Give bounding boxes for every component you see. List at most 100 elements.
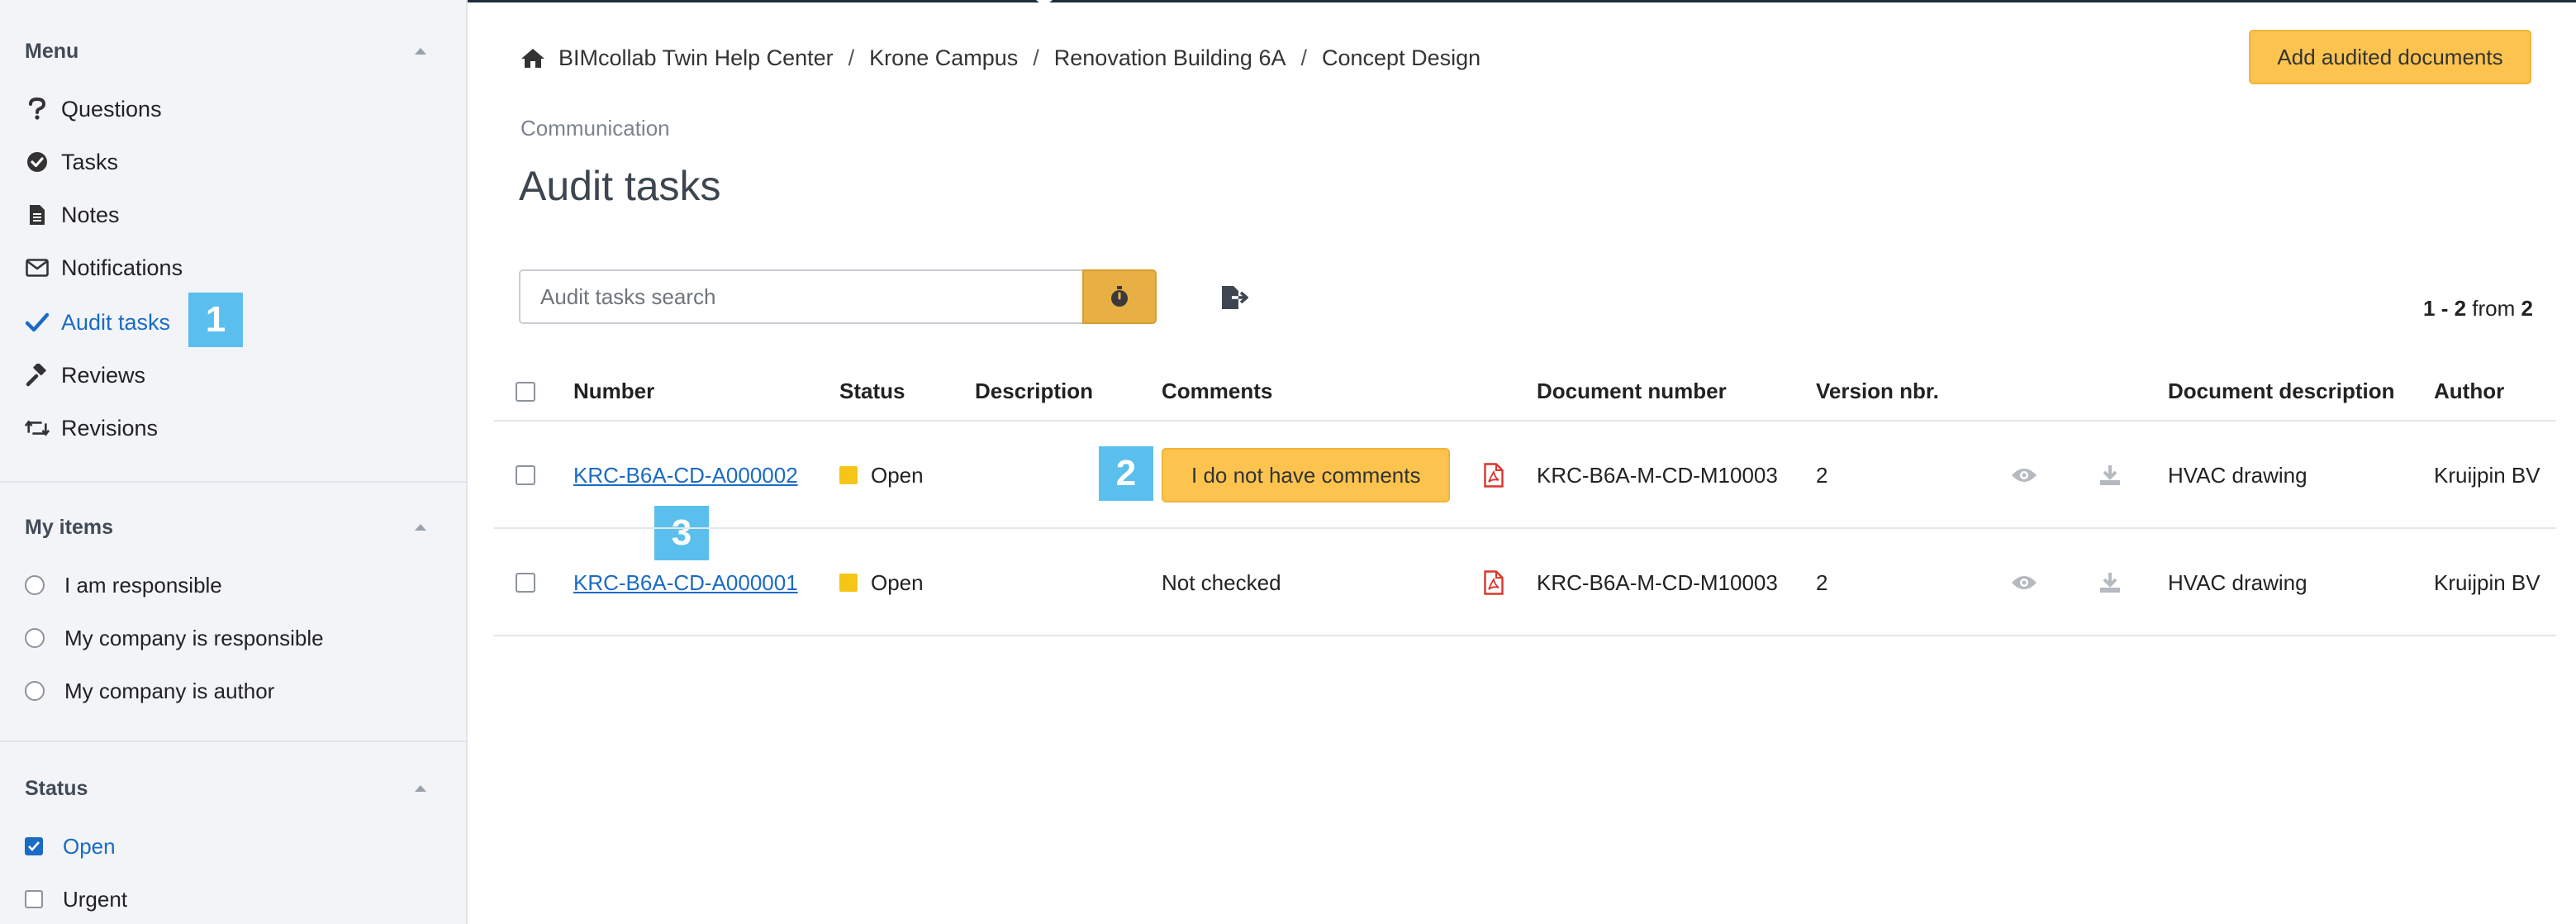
caret-up-icon[interactable]	[415, 48, 426, 55]
sidebar-item-label: Notifications	[61, 255, 183, 280]
column-comments[interactable]: Comments	[1162, 379, 1272, 404]
check-circle-icon	[25, 150, 50, 174]
row-download-cell	[2094, 529, 2127, 636]
filter-i-am-responsible[interactable]: I am responsible	[25, 567, 222, 603]
status-filter-urgent[interactable]: Urgent	[25, 881, 127, 917]
sidebar-item-reviews[interactable]: Reviews	[25, 357, 145, 393]
breadcrumb: BIMcollab Twin Help Center / Krone Campu…	[520, 41, 1480, 74]
caret-up-icon[interactable]	[415, 524, 426, 531]
pager-range: 1 - 2	[2423, 296, 2467, 321]
row-checkbox[interactable]	[516, 529, 535, 636]
breadcrumb-item[interactable]: Krone Campus	[869, 45, 1018, 71]
menu-section-header[interactable]: Menu	[25, 35, 426, 68]
column-document-description[interactable]: Document description	[2168, 379, 2394, 404]
column-author[interactable]: Author	[2434, 379, 2504, 404]
column-document-number[interactable]: Document number	[1537, 379, 1727, 404]
breadcrumb-item[interactable]: Renovation Building 6A	[1054, 45, 1286, 71]
comments-button[interactable]: I do not have comments	[1162, 448, 1451, 502]
caret-up-icon[interactable]	[415, 785, 426, 792]
my-items-section-header[interactable]: My items	[25, 511, 426, 544]
sidebar-item-audit-tasks[interactable]: Audit tasks	[25, 304, 170, 341]
status-section-header[interactable]: Status	[25, 772, 426, 805]
column-number[interactable]: Number	[573, 379, 654, 404]
sidebar-item-notes[interactable]: Notes	[25, 197, 120, 233]
pdf-icon[interactable]	[1477, 566, 1510, 599]
row-status-cell: Open	[839, 422, 924, 529]
pagination-summary: 1 - 2 from 2	[2423, 296, 2533, 321]
sidebar-item-label: Questions	[61, 96, 162, 121]
sidebar-item-questions[interactable]: Questions	[25, 91, 162, 127]
sidebar: Menu Questions Tasks Notes Notifications…	[0, 0, 468, 924]
download-icon[interactable]	[2094, 566, 2127, 599]
eye-icon[interactable]	[2008, 566, 2041, 599]
callout-badge-1: 1	[188, 293, 243, 347]
sidebar-item-notifications[interactable]: Notifications	[25, 250, 183, 286]
search-button[interactable]	[1082, 269, 1157, 324]
status-filter-open[interactable]: Open	[25, 828, 116, 864]
sidebar-item-label: Tasks	[61, 149, 119, 174]
radio-button[interactable]	[25, 681, 45, 701]
sidebar-item-tasks[interactable]: Tasks	[25, 144, 118, 180]
breadcrumb-item[interactable]: Concept Design	[1322, 45, 1480, 71]
row-comments-cell: I do not have comments	[1162, 422, 1451, 529]
document-icon	[25, 202, 50, 227]
row-download-cell	[2094, 422, 2127, 529]
download-icon[interactable]	[2094, 459, 2127, 492]
section-divider	[0, 481, 466, 483]
row-pdf-cell	[1477, 422, 1510, 529]
status-filter-label: Open	[63, 833, 116, 859]
row-status-cell: Open	[839, 529, 924, 636]
select-all-checkbox[interactable]	[516, 382, 535, 402]
section-label: Communication	[520, 116, 670, 141]
row-pdf-cell	[1477, 529, 1510, 636]
status-section-title: Status	[25, 776, 88, 800]
stopwatch-icon	[1111, 286, 1128, 307]
add-audited-documents-button[interactable]: Add audited documents	[2249, 30, 2531, 84]
status-indicator	[839, 466, 858, 484]
status-filter-label: Urgent	[63, 886, 128, 912]
table-row[interactable]: KRC-B6A-CD-A000002 Open I do not have co…	[494, 422, 2556, 529]
status-text: Open	[871, 569, 924, 595]
checkbox[interactable]	[25, 890, 43, 908]
my-items-section-title: My items	[25, 515, 113, 539]
filter-label: My company is author	[64, 678, 275, 703]
gavel-icon	[25, 363, 50, 388]
export-icon[interactable]	[1218, 281, 1251, 314]
row-checkbox[interactable]	[516, 422, 535, 529]
row-document-number: KRC-B6A-M-CD-M10003	[1537, 569, 1778, 595]
filter-label: I am responsible	[64, 572, 222, 598]
envelope-icon	[25, 255, 50, 280]
pager-total: 2	[2521, 296, 2533, 321]
sidebar-item-label: Reviews	[61, 362, 146, 388]
sidebar-item-revisions[interactable]: Revisions	[25, 410, 158, 446]
menu-section-title: Menu	[25, 39, 79, 63]
sidebar-item-label: Audit tasks	[61, 309, 171, 335]
row-comments: Not checked	[1162, 569, 1281, 595]
check-icon	[28, 841, 40, 851]
eye-icon[interactable]	[2008, 459, 2041, 492]
section-divider	[0, 741, 466, 742]
breadcrumb-separator: /	[848, 45, 855, 70]
page-title: Audit tasks	[519, 163, 721, 209]
radio-button[interactable]	[25, 575, 45, 595]
pdf-icon[interactable]	[1477, 459, 1510, 492]
retweet-icon	[25, 416, 50, 441]
pager-from: from	[2472, 296, 2516, 321]
radio-button[interactable]	[25, 628, 45, 648]
search-input[interactable]	[519, 269, 1082, 324]
filter-my-company-responsible[interactable]: My company is responsible	[25, 620, 324, 656]
task-number-link[interactable]: KRC-B6A-CD-A000001	[573, 570, 798, 596]
filter-my-company-author[interactable]: My company is author	[25, 673, 274, 709]
checkbox-checked[interactable]	[25, 837, 43, 855]
breadcrumb-separator: /	[1033, 45, 1039, 70]
column-description[interactable]: Description	[975, 379, 1093, 404]
table-row[interactable]: KRC-B6A-CD-A000001 Open Not checked KRC-…	[494, 529, 2556, 636]
home-icon[interactable]	[520, 47, 545, 69]
task-number-link[interactable]: KRC-B6A-CD-A000002	[573, 463, 798, 488]
column-version[interactable]: Version nbr.	[1816, 379, 1939, 404]
breadcrumb-item[interactable]: BIMcollab Twin Help Center	[558, 45, 834, 71]
row-number-cell: KRC-B6A-CD-A000001	[573, 529, 798, 636]
column-status[interactable]: Status	[839, 379, 905, 404]
status-text: Open	[871, 462, 924, 488]
question-icon	[25, 97, 50, 121]
